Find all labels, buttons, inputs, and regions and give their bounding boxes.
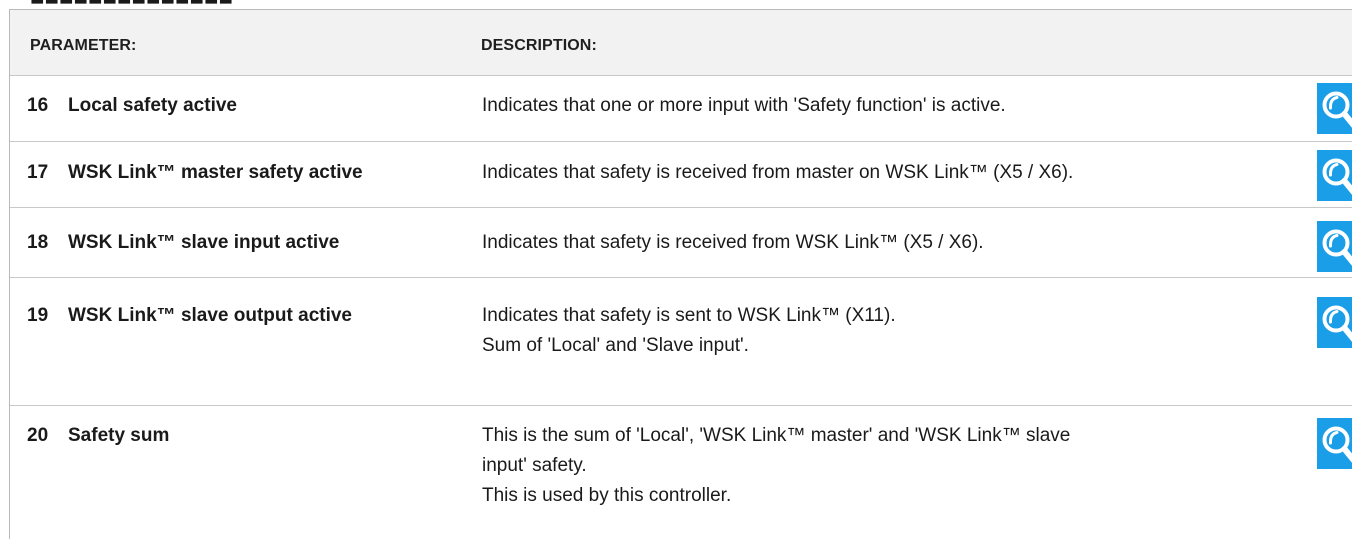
parameter-description: This is the sum of 'Local', 'WSK Link™ m… — [482, 421, 1070, 511]
parameter-description: Indicates that safety is received from m… — [482, 158, 1073, 188]
parameter-column-header: PARAMETER: — [30, 37, 137, 54]
description-line: Indicates that one or more input with 'S… — [482, 95, 1006, 116]
parameter-name: WSK Link™ slave output active — [68, 305, 352, 326]
parameter-number: 20 — [27, 425, 49, 446]
description-line: This is the sum of 'Local', 'WSK Link™ m… — [482, 425, 1071, 446]
parameter-description: Indicates that safety is received from W… — [482, 228, 984, 258]
parameter-name: Safety sum — [68, 425, 170, 446]
table-row: 19 WSK Link™ slave output active Indicat… — [10, 278, 1352, 406]
description-line: Indicates that safety is sent to WSK Lin… — [482, 305, 896, 326]
magnifier-icon — [1322, 426, 1352, 463]
zoom-button[interactable] — [1317, 83, 1352, 134]
parameter-name: Local safety active — [68, 95, 237, 116]
parameter-name: WSK Link™ slave input active — [68, 232, 340, 253]
magnifier-icon — [1322, 229, 1352, 266]
table-row: 18 WSK Link™ slave input active Indicate… — [10, 208, 1352, 278]
description-line: input' safety. — [482, 455, 587, 476]
zoom-button[interactable] — [1317, 297, 1352, 348]
description-line: Indicates that safety is received from W… — [482, 232, 984, 253]
zoom-button[interactable] — [1317, 221, 1352, 272]
table-header: PARAMETER: DESCRIPTION: — [10, 10, 1352, 76]
description-line: Indicates that safety is received from m… — [482, 162, 1074, 183]
parameter-description: Indicates that one or more input with 'S… — [482, 91, 1006, 121]
parameter-name: WSK Link™ master safety active — [68, 162, 363, 183]
table-row: 16 Local safety active Indicates that on… — [10, 76, 1352, 142]
parameter-number: 16 — [27, 95, 49, 116]
parameter-number: 17 — [27, 162, 49, 183]
parameter-number: 18 — [27, 232, 49, 253]
description-line: Sum of 'Local' and 'Slave input'. — [482, 335, 749, 356]
magnifier-icon — [1322, 158, 1352, 195]
zoom-button[interactable] — [1317, 418, 1352, 469]
magnifier-icon — [1322, 305, 1352, 342]
table-row: 17 WSK Link™ master safety active Indica… — [10, 142, 1352, 208]
magnifier-icon — [1322, 91, 1352, 128]
zoom-button[interactable] — [1317, 150, 1352, 201]
parameter-description: Indicates that safety is sent to WSK Lin… — [482, 301, 896, 361]
table-row: 20 Safety sum This is the sum of 'Local'… — [10, 406, 1352, 539]
description-line: This is used by this controller. — [482, 485, 732, 506]
description-column-header: DESCRIPTION: — [481, 37, 597, 54]
parameter-number: 19 — [27, 305, 49, 326]
